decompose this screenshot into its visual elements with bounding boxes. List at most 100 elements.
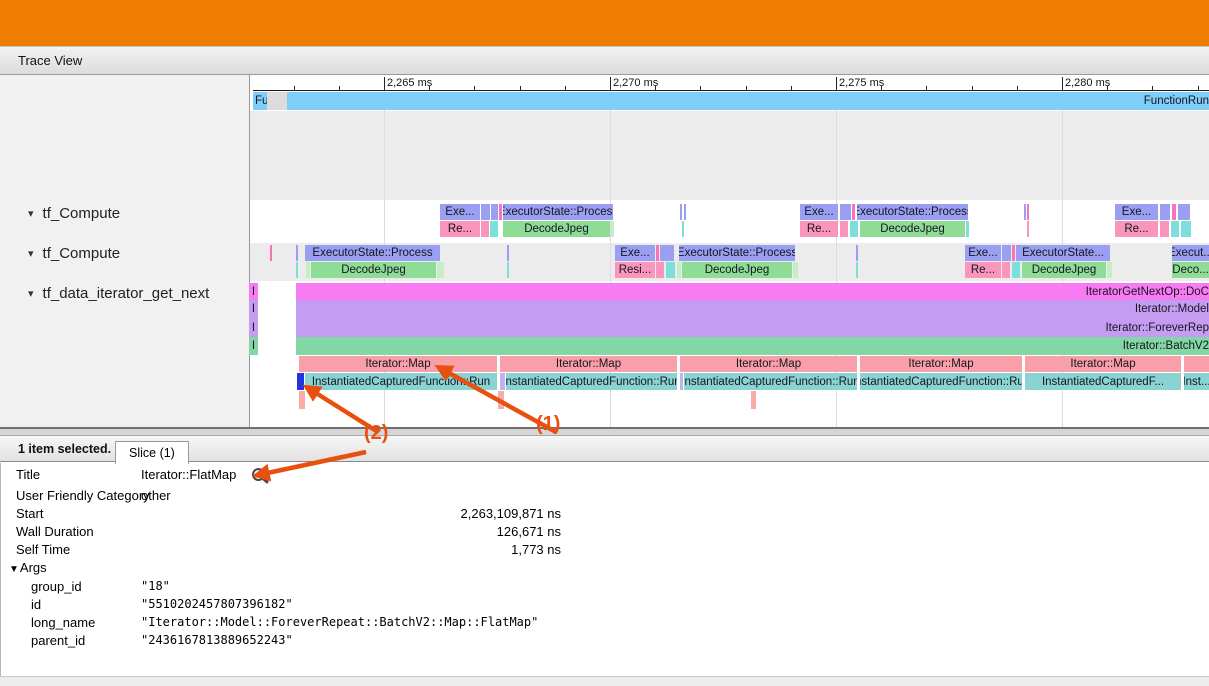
instantiated-captured-function-slice[interactable]: InstantiatedCapturedFunction::Run [305, 373, 497, 390]
compute1-ops-slice[interactable]: Re... [440, 221, 480, 237]
compute2-ops-slice[interactable] [666, 262, 675, 278]
compute2-executor-slice[interactable]: ExecutorState... [1016, 245, 1110, 261]
compute2-ops-slice[interactable] [677, 262, 681, 278]
compute2-executor-slice[interactable]: ExecutorState::Process [305, 245, 440, 261]
compute1-executor-slice[interactable]: Exe... [1115, 204, 1158, 220]
iterator-map-slice[interactable]: Iterator::Map [299, 356, 497, 372]
flatmap-ticks-slice[interactable] [498, 391, 504, 409]
compute1-ops-slice[interactable] [490, 221, 498, 237]
args-section-toggle[interactable]: Args [9, 560, 47, 575]
iterator-batchv2-slice[interactable]: Iterator::BatchV2 [296, 337, 1209, 355]
compute2-executor-slice[interactable] [660, 245, 674, 261]
compute1-ops-slice[interactable] [1181, 221, 1191, 237]
compute2-ops-slice[interactable] [507, 262, 509, 278]
compute1-ops-slice[interactable]: DecodeJpeg [503, 221, 610, 237]
instantiated-captured-function-slice[interactable] [500, 373, 505, 390]
compute1-executor-slice[interactable] [1172, 204, 1176, 220]
compute1-executor-slice[interactable] [1027, 204, 1029, 220]
iterator-foreverrepeat-slice[interactable]: Iterator::ForeverRep [296, 318, 1209, 337]
compute2-ops-slice[interactable] [1002, 262, 1010, 278]
compute1-ops-slice[interactable] [1171, 221, 1179, 237]
compute1-executor-slice[interactable] [499, 204, 502, 220]
compute2-executor-slice[interactable] [856, 245, 858, 261]
compute1-ops-slice[interactable] [1160, 221, 1169, 237]
compute1-executor-slice[interactable] [840, 204, 851, 220]
compute1-executor-slice[interactable] [680, 204, 682, 220]
compute2-executor-slice[interactable]: Execut... [1172, 245, 1209, 261]
compute2-executor-slice[interactable]: ExecutorState::Process [679, 245, 795, 261]
compute1-ops-slice[interactable] [966, 221, 969, 237]
compute1-executor-slice[interactable] [1024, 204, 1026, 220]
compute2-executor-slice[interactable] [270, 245, 272, 261]
iterator-map-slice[interactable] [1184, 356, 1209, 372]
compute1-ops-slice[interactable] [682, 221, 684, 237]
collapse-caret-icon[interactable] [28, 207, 34, 220]
compute2-ops-slice[interactable]: Re... [965, 262, 1001, 278]
instantiated-captured-function-slice[interactable]: Inst... [1184, 373, 1209, 390]
iterator-getnextop-slice[interactable]: IteratorGetNextOp::DoC [296, 283, 1209, 300]
instantiated-captured-function-slice[interactable]: InstantiatedCapturedFunction::Run [860, 373, 1022, 390]
compute2-ops-slice[interactable]: Deco... [1172, 262, 1209, 278]
timeline-ruler[interactable]: 2,265 ms2,270 ms2,275 ms2,280 ms [253, 76, 1209, 91]
compute1-executor-slice[interactable]: Exe... [440, 204, 480, 220]
compute2-ops-slice[interactable] [1012, 262, 1020, 278]
compute2-executor-slice[interactable] [1012, 245, 1015, 261]
collapse-caret-icon[interactable] [28, 247, 34, 260]
sidebar-item-tf-compute-1[interactable]: tf_Compute [28, 205, 120, 222]
compute2-executor-slice[interactable] [656, 245, 659, 261]
compute1-executor-slice[interactable] [852, 204, 855, 220]
compute2-executor-slice[interactable]: Exe... [965, 245, 1001, 261]
iterator-batchv2-slice[interactable]: I [249, 337, 258, 355]
compute2-ops-slice[interactable]: DecodeJpeg [311, 262, 436, 278]
panel-splitter[interactable] [0, 427, 1209, 436]
sidebar-item-tf-data-iterator-get-next[interactable]: tf_data_iterator_get_next [28, 285, 209, 302]
compute2-ops-slice[interactable] [437, 262, 444, 278]
function-run-slice[interactable]: FunctionRun [287, 92, 1209, 110]
compute2-ops-slice[interactable] [306, 262, 310, 278]
compute2-ops-slice[interactable] [856, 262, 858, 278]
flatmap-ticks-slice[interactable] [299, 391, 305, 409]
iterator-model-slice[interactable]: I [249, 300, 258, 318]
compute1-ops-slice[interactable] [1027, 221, 1029, 237]
iterator-foreverrepeat-slice[interactable]: I [249, 318, 258, 337]
compute1-ops-slice[interactable]: Re... [800, 221, 838, 237]
compute2-ops-slice[interactable] [1107, 262, 1112, 278]
compute2-executor-slice[interactable] [1002, 245, 1011, 261]
compute2-ops-slice[interactable] [793, 262, 798, 278]
compute2-ops-slice[interactable] [656, 262, 664, 278]
iterator-map-slice[interactable]: Iterator::Map [1025, 356, 1181, 372]
compute1-executor-slice[interactable] [481, 204, 490, 220]
iterator-map-slice[interactable]: Iterator::Map [500, 356, 677, 372]
iterator-map-slice[interactable]: Iterator::Map [860, 356, 1022, 372]
compute1-ops-slice[interactable] [850, 221, 858, 237]
instantiated-captured-function-slice[interactable] [297, 373, 304, 390]
iterator-model-slice[interactable]: Iterator::Model [296, 300, 1209, 318]
compute1-ops-slice[interactable]: DecodeJpeg [860, 221, 965, 237]
instantiated-captured-function-slice[interactable]: InstantiatedCapturedFunction::Run [684, 373, 857, 390]
collapse-caret-icon[interactable] [28, 287, 34, 300]
compute2-ops-slice[interactable]: Resi... [615, 262, 655, 278]
compute2-executor-slice[interactable] [296, 245, 298, 261]
compute1-executor-slice[interactable] [684, 204, 686, 220]
compute1-ops-slice[interactable] [840, 221, 848, 237]
compute2-executor-slice[interactable] [507, 245, 509, 261]
compute2-ops-slice[interactable]: DecodeJpeg [682, 262, 792, 278]
compute1-executor-slice[interactable]: ExecutorState::Process [857, 204, 968, 220]
compute1-executor-slice[interactable] [491, 204, 498, 220]
magnifier-icon[interactable] [252, 468, 265, 481]
compute1-executor-slice[interactable] [1160, 204, 1170, 220]
iterator-getnextop-slice[interactable]: I [249, 283, 258, 300]
flatmap-ticks-slice[interactable] [751, 391, 756, 409]
compute1-ops-slice[interactable] [481, 221, 489, 237]
compute2-executor-slice[interactable]: Exe... [615, 245, 655, 261]
sidebar-item-tf-compute-2[interactable]: tf_Compute [28, 245, 120, 262]
compute2-ops-slice[interactable]: DecodeJpeg [1022, 262, 1106, 278]
expand-caret-icon[interactable] [9, 564, 19, 575]
instantiated-captured-function-slice[interactable]: InstantiatedCapturedFunction::Run [506, 373, 677, 390]
compute1-executor-slice[interactable] [1178, 204, 1190, 220]
compute2-ops-slice[interactable] [296, 262, 298, 278]
compute1-executor-slice[interactable]: ExecutorState::Process [503, 204, 613, 220]
compute1-ops-slice[interactable] [611, 221, 614, 237]
compute1-executor-slice[interactable]: Exe... [800, 204, 838, 220]
instantiated-captured-function-slice[interactable]: InstantiatedCapturedF... [1025, 373, 1181, 390]
